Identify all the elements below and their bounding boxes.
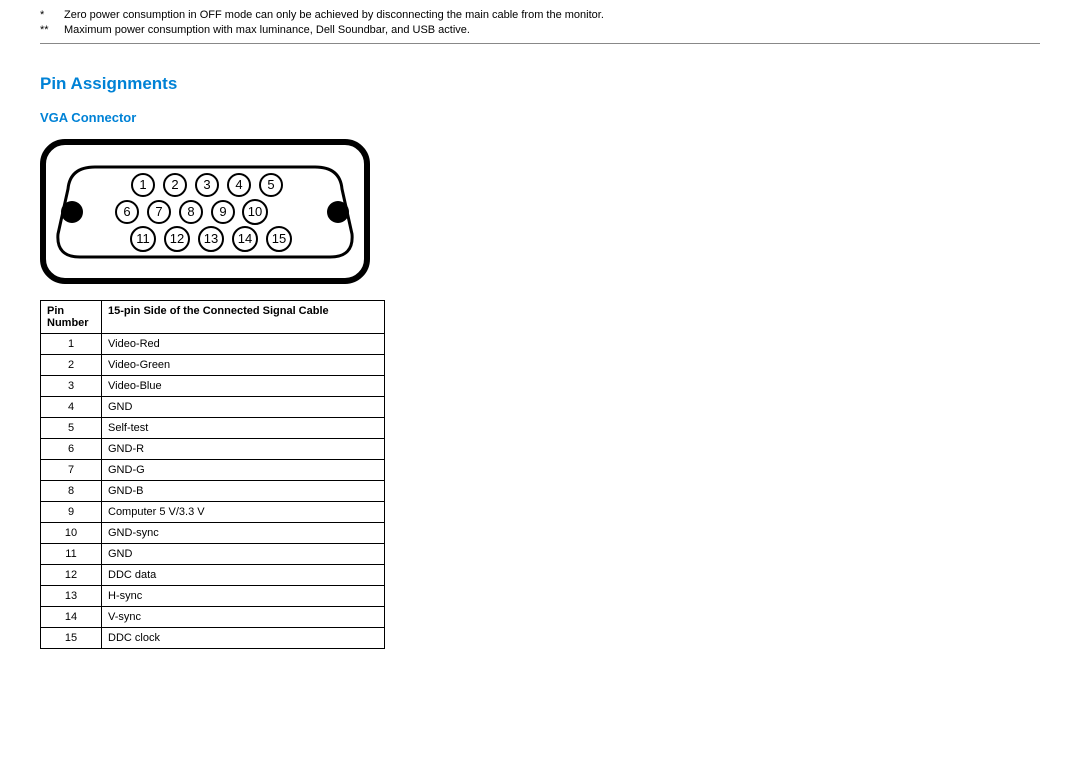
pin-desc-cell: Video-Green	[102, 354, 385, 375]
footnotes: * Zero power consumption in OFF mode can…	[40, 8, 1040, 39]
pin-number-cell: 11	[41, 543, 102, 564]
pin-desc-cell: H-sync	[102, 585, 385, 606]
footnote-text: Maximum power consumption with max lumin…	[64, 23, 470, 38]
pin-number-cell: 12	[41, 564, 102, 585]
pin-assignment-table: Pin Number 15-pin Side of the Connected …	[40, 300, 385, 649]
pin-desc-cell: GND-B	[102, 480, 385, 501]
pin-7-label: 7	[155, 204, 162, 219]
table-row: 15DDC clock	[41, 627, 385, 648]
pin-desc-cell: Video-Blue	[102, 375, 385, 396]
pin-number-cell: 3	[41, 375, 102, 396]
pin-desc-cell: GND-G	[102, 459, 385, 480]
pin-number-cell: 15	[41, 627, 102, 648]
table-row: 2Video-Green	[41, 354, 385, 375]
table-row: 9Computer 5 V/3.3 V	[41, 501, 385, 522]
table-row: 1Video-Red	[41, 333, 385, 354]
pin-number-cell: 7	[41, 459, 102, 480]
pin-number-cell: 6	[41, 438, 102, 459]
vga-connector-diagram: 1 2 3 4 5 6 7 8 9 10 11 12 13 14 15	[40, 139, 370, 284]
table-row: 12DDC data	[41, 564, 385, 585]
pin-number-cell: 4	[41, 396, 102, 417]
pin-number-cell: 10	[41, 522, 102, 543]
table-row: 4GND	[41, 396, 385, 417]
table-row: 3Video-Blue	[41, 375, 385, 396]
pin-6-label: 6	[123, 204, 130, 219]
table-row: 11GND	[41, 543, 385, 564]
table-row: 10GND-sync	[41, 522, 385, 543]
pin-desc-cell: GND	[102, 543, 385, 564]
table-row: 14V-sync	[41, 606, 385, 627]
pin-number-cell: 13	[41, 585, 102, 606]
pin-desc-cell: DDC clock	[102, 627, 385, 648]
pin-13-label: 13	[204, 231, 218, 246]
table-row: 7GND-G	[41, 459, 385, 480]
pin-5-label: 5	[267, 177, 274, 192]
pin-10-label: 10	[248, 204, 262, 219]
footnote-mark: **	[40, 23, 64, 38]
pin-12-label: 12	[170, 231, 184, 246]
pin-desc-cell: DDC data	[102, 564, 385, 585]
pin-number-cell: 8	[41, 480, 102, 501]
table-row: 13H-sync	[41, 585, 385, 606]
pin-8-label: 8	[187, 204, 194, 219]
table-row: 5Self-test	[41, 417, 385, 438]
divider	[40, 43, 1040, 44]
pin-desc-cell: GND-R	[102, 438, 385, 459]
pin-desc-cell: Video-Red	[102, 333, 385, 354]
section-title: Pin Assignments	[40, 74, 1040, 94]
pin-4-label: 4	[235, 177, 242, 192]
pin-9-label: 9	[219, 204, 226, 219]
footnote-2: ** Maximum power consumption with max lu…	[40, 23, 1040, 38]
pin-15-label: 15	[272, 231, 286, 246]
pin-14-label: 14	[238, 231, 252, 246]
pin-number-cell: 1	[41, 333, 102, 354]
footnote-text: Zero power consumption in OFF mode can o…	[64, 8, 604, 23]
pin-1-label: 1	[139, 177, 146, 192]
table-row: 8GND-B	[41, 480, 385, 501]
pin-3-label: 3	[203, 177, 210, 192]
table-header-pin: Pin Number	[41, 300, 102, 333]
footnote-mark: *	[40, 8, 64, 23]
footnote-1: * Zero power consumption in OFF mode can…	[40, 8, 1040, 23]
pin-desc-cell: Self-test	[102, 417, 385, 438]
pin-number-cell: 9	[41, 501, 102, 522]
pin-desc-cell: V-sync	[102, 606, 385, 627]
pin-number-cell: 5	[41, 417, 102, 438]
pin-desc-cell: GND	[102, 396, 385, 417]
pin-11-label: 11	[136, 231, 150, 246]
pin-2-label: 2	[171, 177, 178, 192]
table-header-desc: 15-pin Side of the Connected Signal Cabl…	[102, 300, 385, 333]
sub-title: VGA Connector	[40, 110, 1040, 125]
pin-desc-cell: Computer 5 V/3.3 V	[102, 501, 385, 522]
pin-desc-cell: GND-sync	[102, 522, 385, 543]
pin-number-cell: 14	[41, 606, 102, 627]
table-row: 6GND-R	[41, 438, 385, 459]
pin-number-cell: 2	[41, 354, 102, 375]
